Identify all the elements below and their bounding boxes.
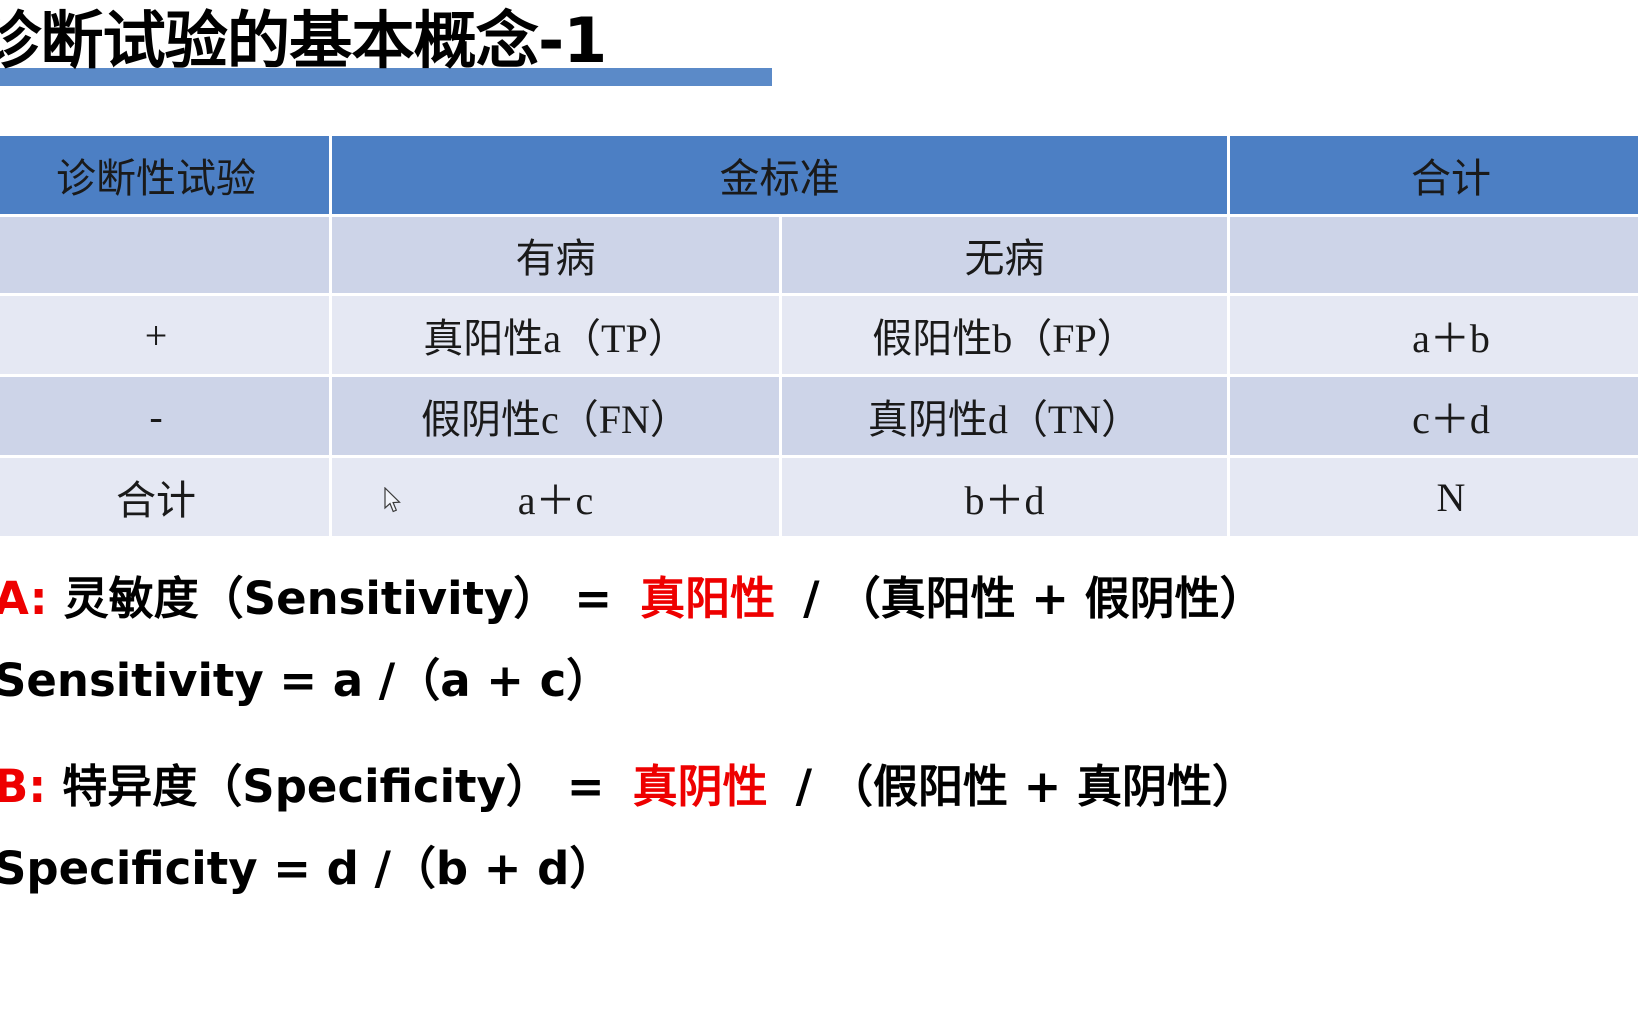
table-row: - 假阴性c（FN） 真阴性d（TN） c＋d <box>0 377 1638 455</box>
formula-sensitivity: A: 灵敏度（Sensitivity） = 真阳性 / （真阳性 + 假阴性） Sensi… <box>0 558 1638 722</box>
formula-a-slash: / <box>803 572 820 625</box>
formula-a-name: 灵敏度（Sensitivity） <box>63 572 559 625</box>
table-row: 合计 a＋c b＋d N <box>0 458 1638 536</box>
table-subheader-row: 有病 无病 <box>0 217 1638 293</box>
formula-a-tag: A: <box>0 572 48 625</box>
formula-b-numerator: 真阴性 <box>632 760 768 813</box>
formula-b-name: 特异度（Specificity） <box>62 760 551 813</box>
header-cell-gold-standard: 金标准 <box>332 136 1227 214</box>
cell-row-total-positive: a＋b <box>1230 296 1638 374</box>
header-cell-test: 诊断性试验 <box>0 136 329 214</box>
formula-b-line2: Specificity = d /（b + d） <box>0 842 615 895</box>
subheader-cell-diseased: 有病 <box>332 217 779 293</box>
diagnostic-matrix-table: 诊断性试验 金标准 合计 有病 无病 + 真阳性a（TP） 假阳性b（FP） a… <box>0 133 1638 539</box>
cell-true-negative: 真阴性d（TN） <box>782 377 1227 455</box>
table-header-row: 诊断性试验 金标准 合计 <box>0 136 1638 214</box>
row-label-positive: + <box>0 296 329 374</box>
formula-b-denominator: （假阳性 + 真阴性） <box>828 760 1258 813</box>
cell-column-total-diseased: a＋c <box>332 458 779 536</box>
cell-grand-total: N <box>1230 458 1638 536</box>
formula-specificity-line1: B: 特异度（Specificity） = 真阴性 / （假阳性 + 真阴性） <box>0 746 1638 828</box>
slide-canvas: 诊断试验的基本概念-1 诊断性试验 金标准 合计 有病 无病 + 真阳性a（TP… <box>0 0 1638 1024</box>
formula-a-equals: = <box>574 572 613 625</box>
formula-b-equals: = <box>566 760 605 813</box>
cell-column-total-healthy: b＋d <box>782 458 1227 536</box>
row-label-negative: - <box>0 377 329 455</box>
page-title: 诊断试验的基本概念-1 <box>0 4 607 77</box>
cell-false-positive: 假阳性b（FP） <box>782 296 1227 374</box>
slide-title-block: 诊断试验的基本概念-1 <box>0 0 1638 108</box>
subheader-cell-healthy: 无病 <box>782 217 1227 293</box>
formula-b-tag: B: <box>0 760 47 813</box>
formula-a-line2: Sensitivity = a /（a + c） <box>0 654 612 707</box>
subheader-cell-blank-right <box>1230 217 1638 293</box>
formula-a-denominator: （真阳性 + 假阴性） <box>835 572 1265 625</box>
cell-true-positive: 真阳性a（TP） <box>332 296 779 374</box>
row-label-total: 合计 <box>0 458 329 536</box>
formula-b-slash: / <box>795 760 813 813</box>
subheader-cell-blank-left <box>0 217 329 293</box>
formula-a-numerator: 真阳性 <box>640 572 776 625</box>
cell-row-total-negative: c＋d <box>1230 377 1638 455</box>
table-row: + 真阳性a（TP） 假阳性b（FP） a＋b <box>0 296 1638 374</box>
formula-sensitivity-line1: A: 灵敏度（Sensitivity） = 真阳性 / （真阳性 + 假阴性） <box>0 558 1638 640</box>
cell-false-negative: 假阴性c（FN） <box>332 377 779 455</box>
formula-specificity: B: 特异度（Specificity） = 真阴性 / （假阳性 + 真阴性） Speci… <box>0 746 1638 910</box>
header-cell-total: 合计 <box>1230 136 1638 214</box>
